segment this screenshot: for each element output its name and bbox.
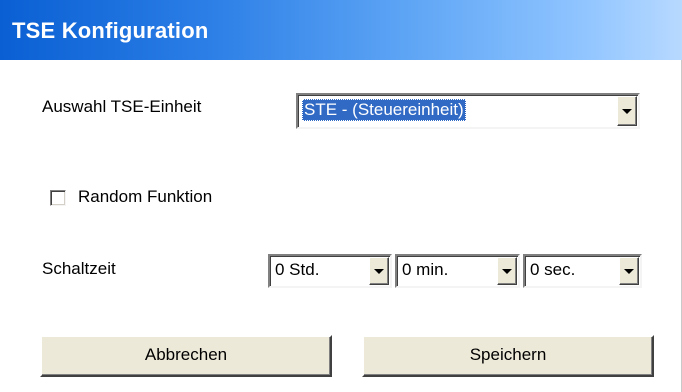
chevron-down-icon — [502, 269, 512, 274]
chevron-down-icon — [374, 269, 384, 274]
dialog-title: TSE Konfiguration — [12, 18, 209, 43]
cancel-button-label: Abbrechen — [144, 345, 228, 364]
chevron-down-icon — [624, 269, 634, 274]
chevron-down-icon — [622, 109, 632, 114]
minutes-select-value: 0 min. — [402, 260, 449, 279]
unit-select-dropdown-button[interactable] — [617, 96, 637, 126]
title-bar: TSE Konfiguration — [0, 0, 682, 60]
hours-select-dropdown-button[interactable] — [369, 257, 389, 285]
unit-select[interactable]: STE - (Steuereinheit) — [296, 93, 640, 129]
hours-select[interactable]: 0 Std. — [268, 254, 392, 288]
random-function-label[interactable]: Random Funktion — [78, 187, 212, 207]
time-label: Schaltzeit — [42, 259, 116, 278]
seconds-select-dropdown-button[interactable] — [619, 257, 639, 285]
unit-label: Auswahl TSE-Einheit — [42, 97, 202, 116]
save-button[interactable]: Speichern — [362, 335, 654, 377]
tse-config-dialog: TSE Konfiguration Auswahl TSE-Einheit ST… — [0, 0, 682, 392]
hours-select-value: 0 Std. — [275, 260, 320, 279]
minutes-select-dropdown-button[interactable] — [497, 257, 517, 285]
cancel-button[interactable]: Abbrechen — [40, 335, 332, 377]
save-button-label: Speichern — [469, 345, 547, 364]
seconds-select[interactable]: 0 sec. — [523, 254, 642, 288]
minutes-select[interactable]: 0 min. — [395, 254, 520, 288]
unit-select-value: STE - (Steuereinheit) — [302, 99, 466, 121]
random-function-checkbox[interactable] — [50, 190, 66, 206]
seconds-select-value: 0 sec. — [530, 260, 576, 279]
